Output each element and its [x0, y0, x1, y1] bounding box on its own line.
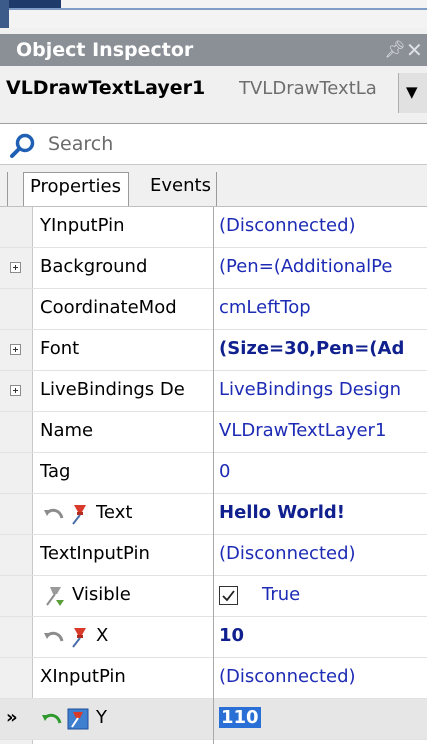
- property-value[interactable]: VLDrawTextLayer1: [219, 420, 427, 441]
- undo-icon[interactable]: [42, 625, 66, 649]
- property-value[interactable]: True: [262, 584, 300, 605]
- tab-events[interactable]: Events: [144, 172, 217, 206]
- close-icon[interactable]: ✕: [406, 38, 423, 62]
- property-value[interactable]: (Size=30,Pen=(Ad: [219, 338, 427, 359]
- property-name: CoordinateMod: [40, 297, 177, 318]
- expand-icon[interactable]: [10, 262, 21, 273]
- divider: [9, 8, 427, 10]
- undo-icon[interactable]: [40, 707, 64, 731]
- column-separator[interactable]: [213, 207, 214, 744]
- property-name: Tag: [40, 461, 71, 482]
- pin-property-icon[interactable]: [68, 502, 92, 526]
- property-value[interactable]: (Disconnected): [219, 215, 427, 236]
- search-field[interactable]: Search: [0, 123, 427, 165]
- property-name: Background: [40, 256, 148, 277]
- property-value[interactable]: LiveBindings Design: [219, 379, 427, 400]
- current-row-icon: »: [6, 707, 18, 728]
- object-dropdown-button[interactable]: ▼: [398, 73, 427, 113]
- pin-property-icon[interactable]: [66, 707, 90, 731]
- selected-value-text[interactable]: 110: [219, 707, 261, 728]
- property-grid: YInputPin (Disconnected) Background (Pen…: [0, 206, 427, 744]
- property-value[interactable]: (Disconnected): [219, 543, 427, 564]
- search-icon: [10, 133, 35, 158]
- undo-icon[interactable]: [42, 502, 66, 526]
- search-input[interactable]: Search: [48, 133, 113, 155]
- window-edge: [0, 0, 9, 28]
- object-selector[interactable]: VLDrawTextLayer1 TVLDrawTextLa ▼: [0, 68, 427, 120]
- property-name: Name: [40, 420, 94, 441]
- property-name: XInputPin: [40, 666, 126, 687]
- property-value[interactable]: Hello World!: [219, 502, 427, 523]
- visible-checkbox[interactable]: [219, 586, 238, 605]
- property-value[interactable]: 110: [219, 707, 427, 728]
- tab-strip: Properties Events: [0, 166, 427, 206]
- property-value[interactable]: 0: [219, 461, 427, 482]
- top-strip: [0, 0, 427, 28]
- check-icon: [222, 590, 235, 602]
- pin-property-icon[interactable]: [68, 625, 92, 649]
- expand-icon[interactable]: [10, 385, 21, 396]
- property-value[interactable]: (Pen=(AdditionalPe: [219, 256, 427, 277]
- property-name: LiveBindings De: [40, 379, 185, 400]
- property-value[interactable]: cmLeftTop: [219, 297, 427, 318]
- chevron-down-icon: ▼: [406, 83, 418, 101]
- property-name: YInputPin: [40, 215, 125, 236]
- property-name: TextInputPin: [40, 543, 150, 564]
- panel-titlebar[interactable]: Object Inspector 📌︎ ✕: [0, 34, 427, 66]
- property-name: Font: [40, 338, 80, 359]
- object-type: TVLDrawTextLa: [239, 78, 377, 99]
- pin-icon[interactable]: 📌︎: [384, 40, 406, 60]
- panel-title: Object Inspector: [16, 39, 194, 61]
- property-value[interactable]: 10: [219, 625, 427, 646]
- property-value[interactable]: (Disconnected): [219, 666, 427, 687]
- tab-properties[interactable]: Properties: [23, 172, 129, 206]
- expand-icon[interactable]: [10, 344, 21, 355]
- object-name: VLDrawTextLayer1: [6, 77, 206, 99]
- tab-strip-edge: [7, 172, 8, 206]
- pin-property-icon[interactable]: [42, 584, 66, 608]
- tab-edge: [9, 0, 61, 8]
